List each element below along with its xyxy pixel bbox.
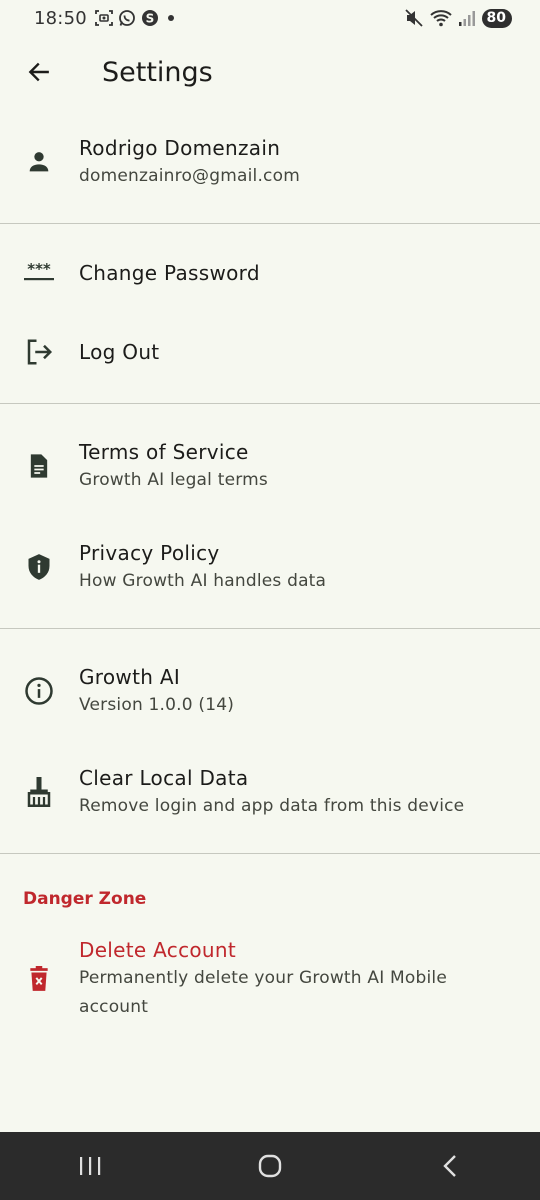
privacy-title: Privacy Policy bbox=[79, 540, 220, 565]
signal-icon bbox=[458, 11, 475, 26]
battery-indicator: 80 bbox=[481, 8, 512, 28]
terms-texts: Terms of Service Growth AI legal terms bbox=[79, 438, 520, 495]
skype-icon: S bbox=[141, 10, 158, 26]
app-name: Growth AI bbox=[79, 664, 181, 689]
svg-text:***: *** bbox=[27, 261, 51, 278]
status-bar: 18:50 S 80 bbox=[0, 0, 540, 36]
clear-data-subtitle: Remove login and app data from this devi… bbox=[79, 795, 465, 816]
recents-button[interactable] bbox=[50, 1132, 130, 1200]
page-title: Settings bbox=[102, 56, 213, 88]
info-icon bbox=[22, 674, 56, 708]
whatsapp-icon bbox=[118, 10, 135, 26]
status-time: 18:50 bbox=[34, 7, 87, 29]
shield-icon bbox=[22, 550, 56, 584]
person-icon bbox=[22, 145, 56, 179]
divider bbox=[0, 223, 540, 224]
recents-icon bbox=[80, 1157, 101, 1175]
account-name: Rodrigo Domenzain bbox=[79, 135, 281, 160]
change-password-texts: Change Password bbox=[79, 259, 520, 287]
back-button[interactable] bbox=[0, 36, 78, 108]
divider bbox=[0, 403, 540, 404]
divider bbox=[0, 628, 540, 629]
account-email: domenzainro@gmail.com bbox=[79, 165, 300, 186]
mute-icon bbox=[404, 9, 423, 27]
delete-icon bbox=[22, 962, 56, 996]
delete-account-texts: Delete Account Permanently delete your G… bbox=[79, 936, 520, 1022]
about-texts: Growth AI Version 1.0.0 (14) bbox=[79, 663, 520, 720]
system-nav-bar bbox=[0, 1132, 540, 1200]
clear-data-title: Clear Local Data bbox=[79, 765, 249, 790]
svg-text:S: S bbox=[146, 12, 155, 26]
back-nav-button[interactable] bbox=[410, 1132, 490, 1200]
change-password-label: Change Password bbox=[79, 261, 260, 285]
privacy-texts: Privacy Policy How Growth AI handles dat… bbox=[79, 539, 520, 596]
home-button[interactable] bbox=[230, 1132, 310, 1200]
account-item[interactable]: Rodrigo Domenzain domenzainro@gmail.com bbox=[0, 120, 540, 204]
broom-icon bbox=[22, 775, 56, 809]
delete-account-subtitle: Permanently delete your Growth AI Mobile… bbox=[79, 968, 447, 1017]
delete-account-item[interactable]: Delete Account Permanently delete your G… bbox=[0, 933, 540, 1025]
arrow-left-icon bbox=[28, 62, 49, 82]
change-password-item[interactable]: *** Change Password bbox=[0, 240, 540, 306]
about-item[interactable]: Growth AI Version 1.0.0 (14) bbox=[0, 648, 540, 734]
danger-zone-header: Danger Zone bbox=[23, 889, 147, 909]
clear-data-texts: Clear Local Data Remove login and app da… bbox=[79, 764, 520, 821]
document-icon bbox=[22, 449, 56, 483]
wifi-icon bbox=[429, 10, 452, 27]
log-out-label: Log Out bbox=[79, 340, 160, 364]
app-version: Version 1.0.0 (14) bbox=[79, 694, 235, 715]
back-nav-icon bbox=[443, 1155, 456, 1177]
home-icon bbox=[258, 1154, 282, 1178]
privacy-subtitle: How Growth AI handles data bbox=[79, 570, 327, 591]
notification-icons: S bbox=[94, 9, 178, 27]
password-icon: *** bbox=[22, 256, 56, 290]
privacy-policy-item[interactable]: Privacy Policy How Growth AI handles dat… bbox=[0, 524, 540, 610]
app-bar: Settings bbox=[0, 36, 540, 108]
status-left: 18:50 S bbox=[34, 8, 178, 29]
logout-icon bbox=[22, 335, 56, 369]
dot-icon bbox=[167, 15, 174, 21]
terms-subtitle: Growth AI legal terms bbox=[79, 469, 268, 490]
divider bbox=[0, 853, 540, 854]
delete-account-title: Delete Account bbox=[79, 938, 237, 962]
terms-of-service-item[interactable]: Terms of Service Growth AI legal terms bbox=[0, 423, 540, 509]
account-texts: Rodrigo Domenzain domenzainro@gmail.com bbox=[79, 134, 520, 191]
screenshot-icon bbox=[94, 10, 113, 26]
log-out-item[interactable]: Log Out bbox=[0, 319, 540, 385]
clear-local-data-item[interactable]: Clear Local Data Remove login and app da… bbox=[0, 749, 540, 835]
log-out-texts: Log Out bbox=[79, 338, 520, 366]
terms-title: Terms of Service bbox=[79, 439, 249, 464]
status-right: 80 bbox=[404, 8, 512, 28]
